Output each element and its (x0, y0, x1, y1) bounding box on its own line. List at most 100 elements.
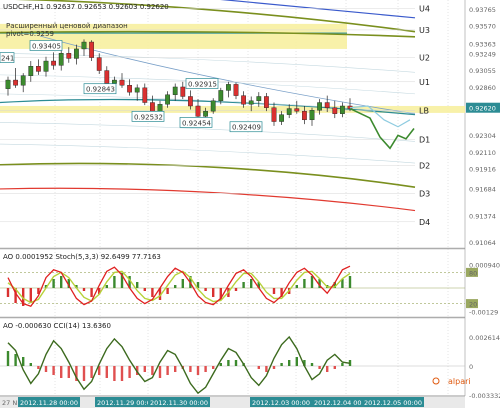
candle-body (104, 70, 110, 84)
pivot-level-label: U3 (419, 26, 430, 35)
pivot-level-label: D4 (419, 218, 430, 227)
cci-ao-bar (257, 366, 260, 369)
ao-bar (212, 288, 215, 297)
candle-body (36, 66, 41, 72)
ao-bar (82, 288, 86, 291)
price-label: 0.92915 (188, 81, 217, 89)
candle-body (127, 85, 133, 93)
price-label: 0.92532 (134, 113, 163, 121)
price-axis (465, 0, 500, 408)
cci-ao-bar (37, 366, 40, 369)
pivot-level-label: LB (419, 106, 429, 115)
cci-ao-bar (29, 363, 32, 366)
candle-body (172, 86, 178, 95)
cci-axis-tick: 0 (469, 363, 473, 371)
cci-ao-bar (227, 360, 230, 366)
cci-ao-bar (234, 360, 238, 366)
cci-ao-bar (174, 366, 177, 372)
cci-ao-bar (6, 351, 10, 366)
time-axis-label: 2012.11.28 00:00 (20, 399, 78, 407)
candle-body (43, 60, 49, 72)
chart-symbol-header: USDCHF,H1 0.92637 0.92653 0.92603 0.9262… (3, 3, 169, 11)
ao-bar (151, 288, 154, 297)
ao-bar (90, 288, 93, 297)
candle-body (119, 79, 125, 86)
chart-window: U4 U3 U2 U1 LB D1 D2 D3 D4 0.93405 0.92843 0.92532… (0, 0, 500, 408)
time-axis-label: 2012.11.29 00:00 (97, 399, 155, 407)
pivot-level-label: D1 (419, 136, 430, 145)
price-axis-tick: 0.93765 (469, 6, 496, 14)
alpari-logo: alpari (448, 377, 471, 386)
ao-bar (6, 288, 10, 297)
candle-body (51, 60, 57, 66)
ao-bar (242, 282, 245, 288)
cci-ao-bar (288, 360, 291, 366)
ao-bar (105, 285, 108, 288)
candle-body (218, 90, 224, 102)
ao-bar (295, 285, 298, 288)
pivot-level-label: D3 (419, 189, 430, 198)
cci-ao-bar (105, 366, 108, 378)
price-axis-tick: 0.92620 (469, 105, 496, 113)
cci-ao-bar (52, 366, 55, 375)
candle-body (142, 87, 148, 103)
candle-body (157, 104, 163, 113)
cci-ao-bar (219, 363, 222, 366)
cci-ao-bar (60, 366, 63, 378)
cci-ao-bar (310, 363, 314, 366)
time-axis-label: 2012.12.03 00:00 (252, 399, 310, 407)
time-axis-label: 2012.12.05 00:00 (364, 399, 422, 407)
cci-ao-bar (128, 366, 131, 378)
cci-ao-bar (158, 366, 162, 378)
stoch-axis-tick: -0.00129 (469, 308, 498, 316)
cci-ao-bar (212, 366, 215, 369)
candle-body (134, 87, 140, 93)
cci-plot-area (0, 319, 465, 395)
cci-axis-tick: -0.003332 (469, 392, 500, 400)
price-label: 0.92843 (86, 86, 115, 94)
stoch-axis-tick: 80 (469, 269, 477, 277)
ao-bar (234, 288, 238, 291)
candle-body (248, 100, 254, 105)
ao-bar (348, 276, 352, 288)
price-axis-tick: 0.93249 (469, 50, 496, 58)
cci-ao-bar (166, 366, 169, 375)
candle-body (279, 114, 284, 122)
candle-body (317, 102, 322, 111)
cci-ao-bar (120, 366, 124, 381)
price-axis-tick: 0.93055 (469, 67, 496, 75)
cci-ao-bar (143, 366, 146, 372)
pivot-level-label: U4 (419, 4, 430, 13)
candle-body (195, 105, 201, 117)
cci-ao-bar (295, 357, 298, 366)
price-axis-tick: 0.91374 (469, 212, 496, 220)
cci-ao-bar (151, 366, 154, 375)
left-price-tag-text: 241 (1, 55, 14, 63)
candle-body (332, 107, 338, 114)
candle-body (340, 105, 345, 114)
candle-body (111, 79, 117, 84)
cci-ao-bar (90, 366, 93, 378)
pivot-value-label: pivot=0.9259 (6, 30, 54, 38)
candle-body (89, 41, 95, 58)
ao-bar (181, 279, 184, 288)
candle-body (20, 75, 26, 86)
pivot-level-label: U1 (419, 78, 430, 87)
price-axis-tick: 0.92860 (469, 84, 496, 92)
candle-body (58, 53, 64, 66)
candle-body (271, 107, 277, 122)
time-axis-label: 27 N (2, 399, 17, 407)
cci-ao-bar (44, 366, 48, 372)
price-axis-tick: 0.93570 (469, 23, 496, 31)
candle-body (309, 110, 315, 121)
cci-ao-bar (189, 366, 192, 372)
candle-body (203, 110, 208, 117)
candle-body (225, 84, 231, 91)
candle-body (73, 48, 79, 59)
candle-body (233, 84, 239, 96)
pivot-level-label: U2 (419, 54, 430, 63)
candle-body (286, 108, 292, 115)
ao-bar (143, 288, 146, 291)
ao-bar (204, 288, 207, 291)
extended-pivot-range-label: Расширенный ценовой диапазон (6, 22, 128, 30)
